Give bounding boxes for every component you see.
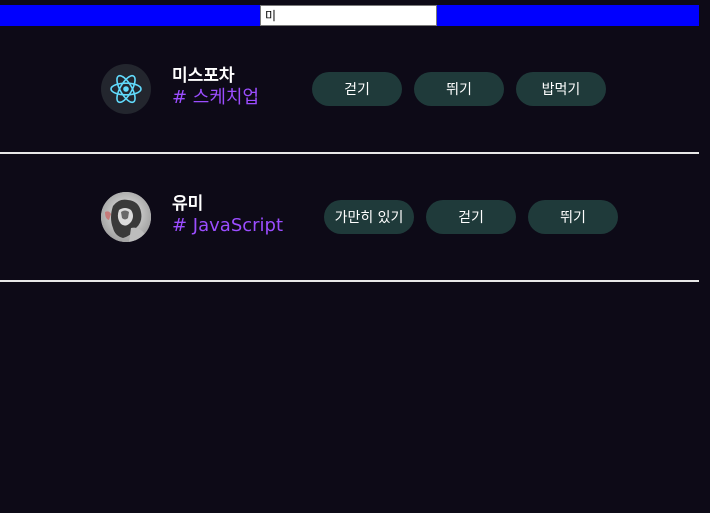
profile-name: 유미 <box>172 194 204 214</box>
walk-button[interactable]: 걷기 <box>312 72 402 106</box>
run-button[interactable]: 뛰기 <box>414 72 504 106</box>
avatar <box>101 64 151 114</box>
profile-card: 유미 # JavaScript 가만히 있기 걷기 뛰기 <box>0 154 699 282</box>
profile-photo <box>101 192 151 242</box>
profile-name: 미스포차 <box>172 66 235 86</box>
stay-still-button[interactable]: 가만히 있기 <box>324 200 414 234</box>
run-button[interactable]: 뛰기 <box>528 200 618 234</box>
avatar <box>101 192 151 242</box>
profile-card: 미스포차 # 스케치업 걷기 뛰기 밥먹기 <box>0 26 699 154</box>
eat-button[interactable]: 밥먹기 <box>516 72 606 106</box>
profile-tag: # JavaScript <box>172 215 284 236</box>
top-bar <box>0 5 699 26</box>
profile-info: 미스포차 # 스케치업 <box>172 66 259 109</box>
search-input[interactable] <box>260 5 437 26</box>
walk-button[interactable]: 걷기 <box>426 200 516 234</box>
profile-info: 유미 # JavaScript <box>172 194 283 237</box>
page-edge <box>699 0 710 513</box>
react-logo-icon <box>110 74 142 104</box>
profile-tag: # 스케치업 <box>172 87 260 108</box>
